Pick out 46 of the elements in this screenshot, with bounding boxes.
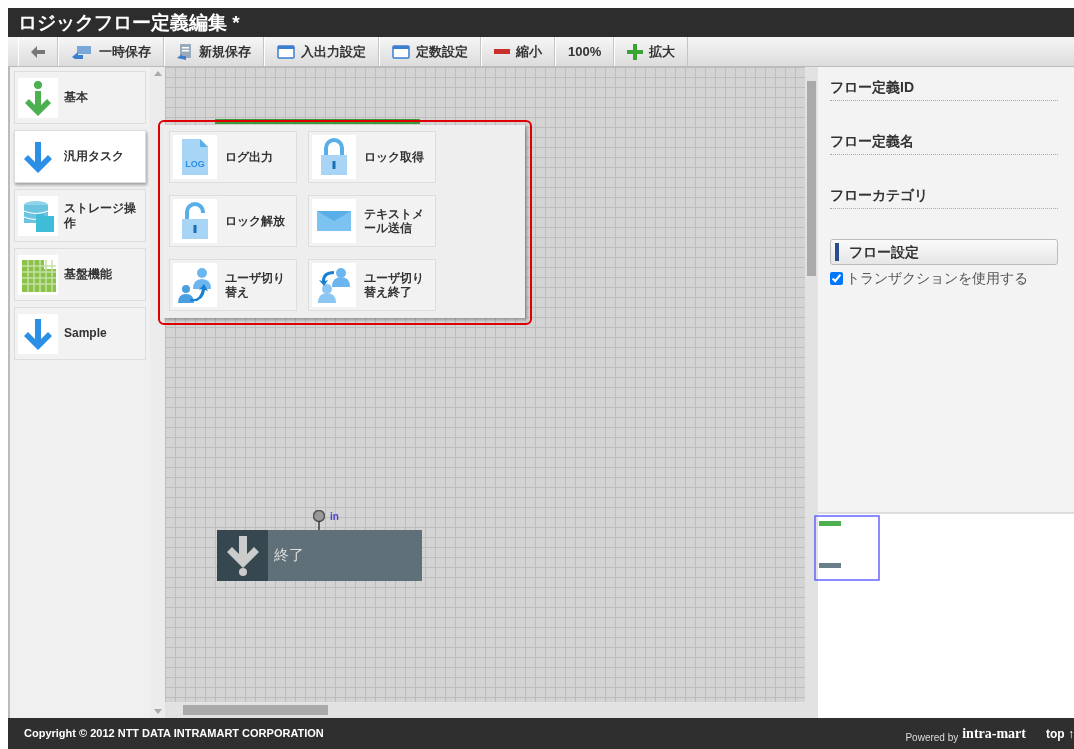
minimap-drawing — [814, 515, 880, 581]
field-label: フロー定義名 — [830, 131, 1058, 155]
top-link[interactable]: top ↑ — [1046, 724, 1074, 743]
window-icon — [277, 44, 295, 59]
plus-icon — [627, 43, 644, 60]
category-item[interactable]: 基盤機能 — [14, 248, 146, 301]
task-item[interactable]: LOG ログ出力 — [169, 131, 297, 183]
copyright-text: Copyright © 2012 NTT DATA INTRAMART CORPORATION — [24, 726, 324, 742]
task-item[interactable]: ロック解放 — [169, 195, 297, 247]
toolbar-button[interactable]: 一時保存 — [58, 37, 164, 66]
category-item[interactable]: ストレージ操作 — [14, 189, 146, 242]
field-label: フローカテゴリ — [830, 185, 1058, 209]
port-icon — [313, 510, 325, 530]
checkbox-label: トランザクションを使用する — [846, 269, 1028, 288]
toolbar-button[interactable]: 新規保存 — [164, 37, 264, 66]
toolbar-button[interactable]: 拡大 — [614, 37, 689, 66]
disk-arrow-icon — [71, 44, 93, 59]
back-button[interactable] — [18, 37, 58, 66]
task-item[interactable]: ユーザ切り替え — [169, 259, 297, 311]
category-item[interactable]: 汎用タスク — [14, 130, 146, 183]
window-title: ロジックフロー定義編集 * — [8, 8, 1074, 37]
users-arrow-icon — [176, 265, 214, 305]
category-item[interactable]: Sample — [14, 307, 146, 360]
toolbar-button[interactable]: 縮小 — [481, 37, 555, 66]
checkbox[interactable] — [830, 272, 843, 285]
task-item[interactable]: ロック取得 — [308, 131, 436, 183]
section-button[interactable]: フロー設定 — [830, 239, 1058, 265]
node-label: 終了 — [274, 545, 304, 566]
port-label: in — [330, 510, 339, 524]
arrow-down-icon — [225, 535, 260, 576]
scroll-up-icon — [153, 71, 162, 76]
task-item[interactable]: ユーザ切り替え終了 — [308, 259, 436, 311]
toolbar-button[interactable]: 定数設定 — [379, 37, 481, 66]
toolbar-button[interactable]: 入出力設定 — [264, 37, 379, 66]
back-arrow-icon — [31, 45, 45, 58]
minus-icon — [494, 48, 510, 55]
task-item[interactable]: テキストメール送信 — [308, 195, 436, 247]
window-icon — [392, 44, 410, 59]
powered-by-text: Powered by — [905, 731, 959, 745]
category-item[interactable]: 基本 — [14, 71, 146, 124]
toolbar-button[interactable]: 100% — [555, 37, 615, 66]
logo-text: intra-mart — [962, 725, 1026, 743]
field-label: フロー定義ID — [830, 77, 1058, 101]
scroll-down-icon — [153, 709, 162, 714]
users-arrow-icon — [315, 265, 353, 305]
document-icon — [177, 43, 193, 60]
